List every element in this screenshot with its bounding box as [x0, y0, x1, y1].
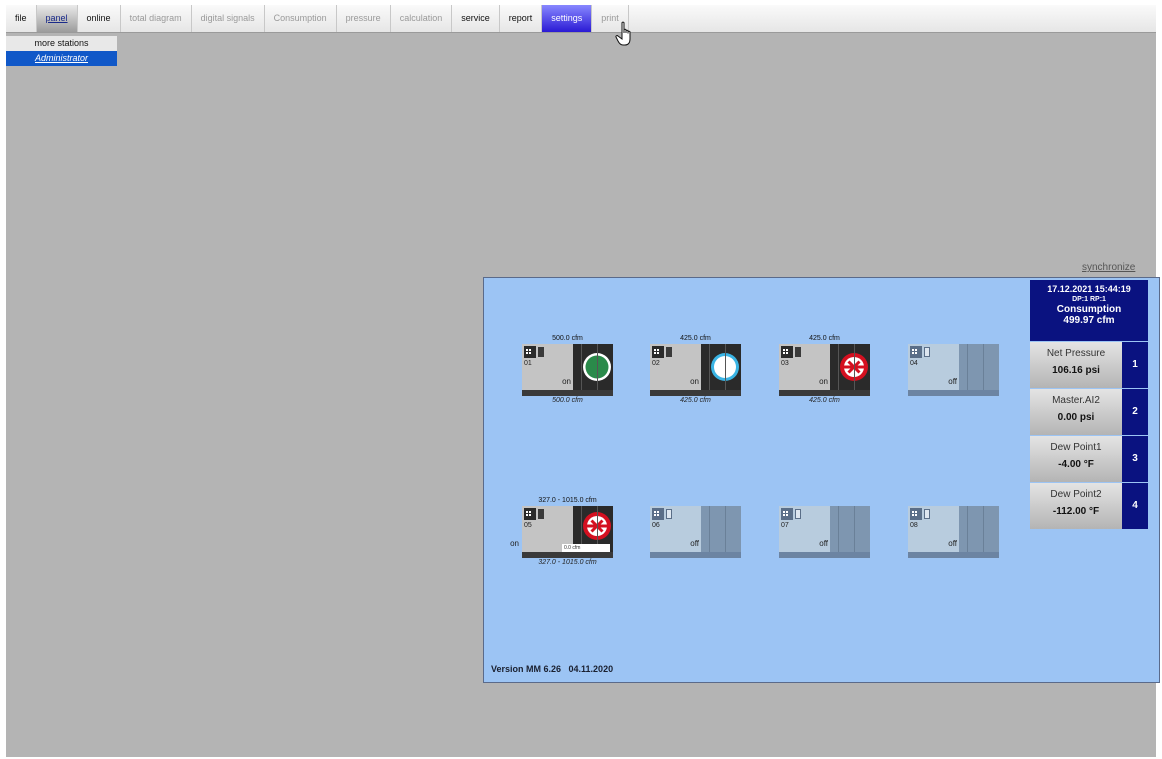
compressor-state: on — [562, 377, 571, 386]
sensor-index: 1 — [1122, 342, 1148, 388]
compressor-capacity-label — [779, 496, 870, 506]
status-header: 17.12.2021 15:44:19 DP:1 RP:1 Consumptio… — [1030, 280, 1148, 341]
compressor-07[interactable]: 07 off — [779, 496, 870, 568]
running-green-ring-icon — [583, 353, 611, 381]
dropdown-more-stations[interactable]: more stations — [6, 36, 117, 51]
compressor-04[interactable]: 04 off — [908, 334, 999, 406]
flow-readout: 0.0 cfm — [562, 544, 610, 552]
compressor-flow-label — [908, 396, 999, 406]
menu-total-diagram[interactable]: total diagram — [121, 5, 192, 32]
fault-red-cross-icon — [583, 512, 611, 540]
consumption-value: 499.97 cfm — [1063, 315, 1115, 326]
compressor-capacity-label — [908, 496, 999, 506]
compressor-03[interactable]: 425.0 cfm 03 on 425.0 cfm — [779, 334, 870, 406]
compressor-number: 05 — [524, 522, 532, 529]
fault-red-cross-icon — [840, 353, 868, 381]
menu-digital-signals[interactable]: digital signals — [192, 5, 265, 32]
compressor-08[interactable]: 08 off — [908, 496, 999, 568]
compressor-02[interactable]: 425.0 cfm 02 on 425.0 cfm — [650, 334, 741, 406]
compressor-state: off — [819, 539, 828, 548]
compressor-state: off — [948, 377, 957, 386]
datetime: 17.12.2021 15:44:19 — [1047, 284, 1131, 294]
menu-pressure[interactable]: pressure — [337, 5, 391, 32]
menu-settings[interactable]: settings — [542, 5, 593, 32]
menu-bar: file panel online total diagram digital … — [6, 5, 1156, 33]
synchronize-link[interactable]: synchronize — [1082, 262, 1135, 273]
compressor-capacity-label: 500.0 cfm — [552, 335, 583, 342]
station-panel: 500.0 cfm 01 on 500.0 cfm 425.0 cfm 02 o… — [483, 277, 1160, 683]
sensor-name: Dew Point2 — [1050, 489, 1102, 500]
panel-dropdown: more stations Administrator — [6, 36, 117, 66]
version-label: Version MM 6.26 04.11.2020 — [491, 664, 614, 674]
compressor-state: on — [819, 377, 828, 386]
sensor-index: 4 — [1122, 483, 1148, 529]
compressor-state: off — [948, 539, 957, 548]
compressor-flow-label — [908, 558, 999, 568]
compressor-state: on — [510, 539, 519, 548]
sensor-value: -4.00 °F — [1058, 459, 1094, 470]
compressor-number: 04 — [910, 360, 918, 367]
compressor-icon — [652, 346, 672, 358]
compressor-01[interactable]: 500.0 cfm 01 on 500.0 cfm — [522, 334, 613, 406]
sensor-value: 0.00 psi — [1057, 412, 1095, 423]
compressor-06[interactable]: 06 off — [650, 496, 741, 568]
compressor-icon — [910, 508, 930, 520]
compressor-flow-label: 327.0 - 1015.0 cfm — [538, 559, 597, 566]
compressor-capacity-label — [650, 496, 741, 506]
compressor-number: 03 — [781, 360, 789, 367]
menu-report[interactable]: report — [500, 5, 543, 32]
compressor-flow-label: 500.0 cfm — [552, 397, 583, 404]
menu-consumption[interactable]: Consumption — [265, 5, 337, 32]
sensor-name: Master.AI2 — [1052, 395, 1100, 406]
compressor-number: 07 — [781, 522, 789, 529]
compressor-flow-label — [650, 558, 741, 568]
dropdown-administrator[interactable]: Administrator — [6, 51, 117, 66]
consumption-label: Consumption — [1056, 304, 1122, 315]
sensor-name: Net Pressure — [1046, 348, 1106, 359]
hand-pointer-cursor-icon — [615, 21, 631, 46]
compressor-number: 08 — [910, 522, 918, 529]
menu-panel[interactable]: panel — [36, 5, 78, 32]
compressor-capacity-label: 425.0 cfm — [809, 335, 840, 342]
compressor-icon — [652, 508, 672, 520]
compressor-icon — [910, 346, 930, 358]
compressor-icon — [524, 346, 544, 358]
compressor-flow-label: 425.0 cfm — [680, 397, 711, 404]
menu-calculation[interactable]: calculation — [391, 5, 453, 32]
app-window: file panel online total diagram digital … — [6, 5, 1160, 757]
compressor-icon — [524, 508, 544, 520]
sensor-master-ai2[interactable]: Master.AI2 0.00 psi 2 — [1030, 389, 1148, 435]
sensor-dew-point2[interactable]: Dew Point2 -112.00 °F 4 — [1030, 483, 1148, 529]
sensor-value: 106.16 psi — [1052, 365, 1100, 376]
compressor-state: on — [690, 377, 699, 386]
compressor-state: off — [690, 539, 699, 548]
sensor-net-pressure[interactable]: Net Pressure 106.16 psi 1 — [1030, 342, 1148, 388]
compressor-flow-label: 425.0 cfm — [809, 397, 840, 404]
menu-file[interactable]: file — [6, 5, 37, 32]
sensor-value: -112.00 °F — [1052, 506, 1100, 517]
idle-blue-ring-icon — [711, 353, 739, 381]
compressor-icon — [781, 346, 801, 358]
compressor-number: 01 — [524, 360, 532, 367]
compressor-flow-label — [779, 558, 870, 568]
menu-online[interactable]: online — [78, 5, 121, 32]
sensor-index: 3 — [1122, 436, 1148, 482]
compressor-number: 02 — [652, 360, 660, 367]
compressor-icon — [781, 508, 801, 520]
compressor-capacity-label — [908, 334, 999, 344]
sensor-index: 2 — [1122, 389, 1148, 435]
compressor-capacity-label: 327.0 - 1015.0 cfm — [538, 497, 597, 504]
compressor-05[interactable]: 327.0 - 1015.0 cfm 05 on 0.0 cfm 327.0 -… — [510, 496, 613, 568]
sensor-dew-point1[interactable]: Dew Point1 -4.00 °F 3 — [1030, 436, 1148, 482]
dp-rp-label: DP:1 RP:1 — [1072, 296, 1106, 303]
compressor-number: 06 — [652, 522, 660, 529]
menu-service[interactable]: service — [452, 5, 500, 32]
sensor-name: Dew Point1 — [1050, 442, 1102, 453]
compressor-capacity-label: 425.0 cfm — [680, 335, 711, 342]
